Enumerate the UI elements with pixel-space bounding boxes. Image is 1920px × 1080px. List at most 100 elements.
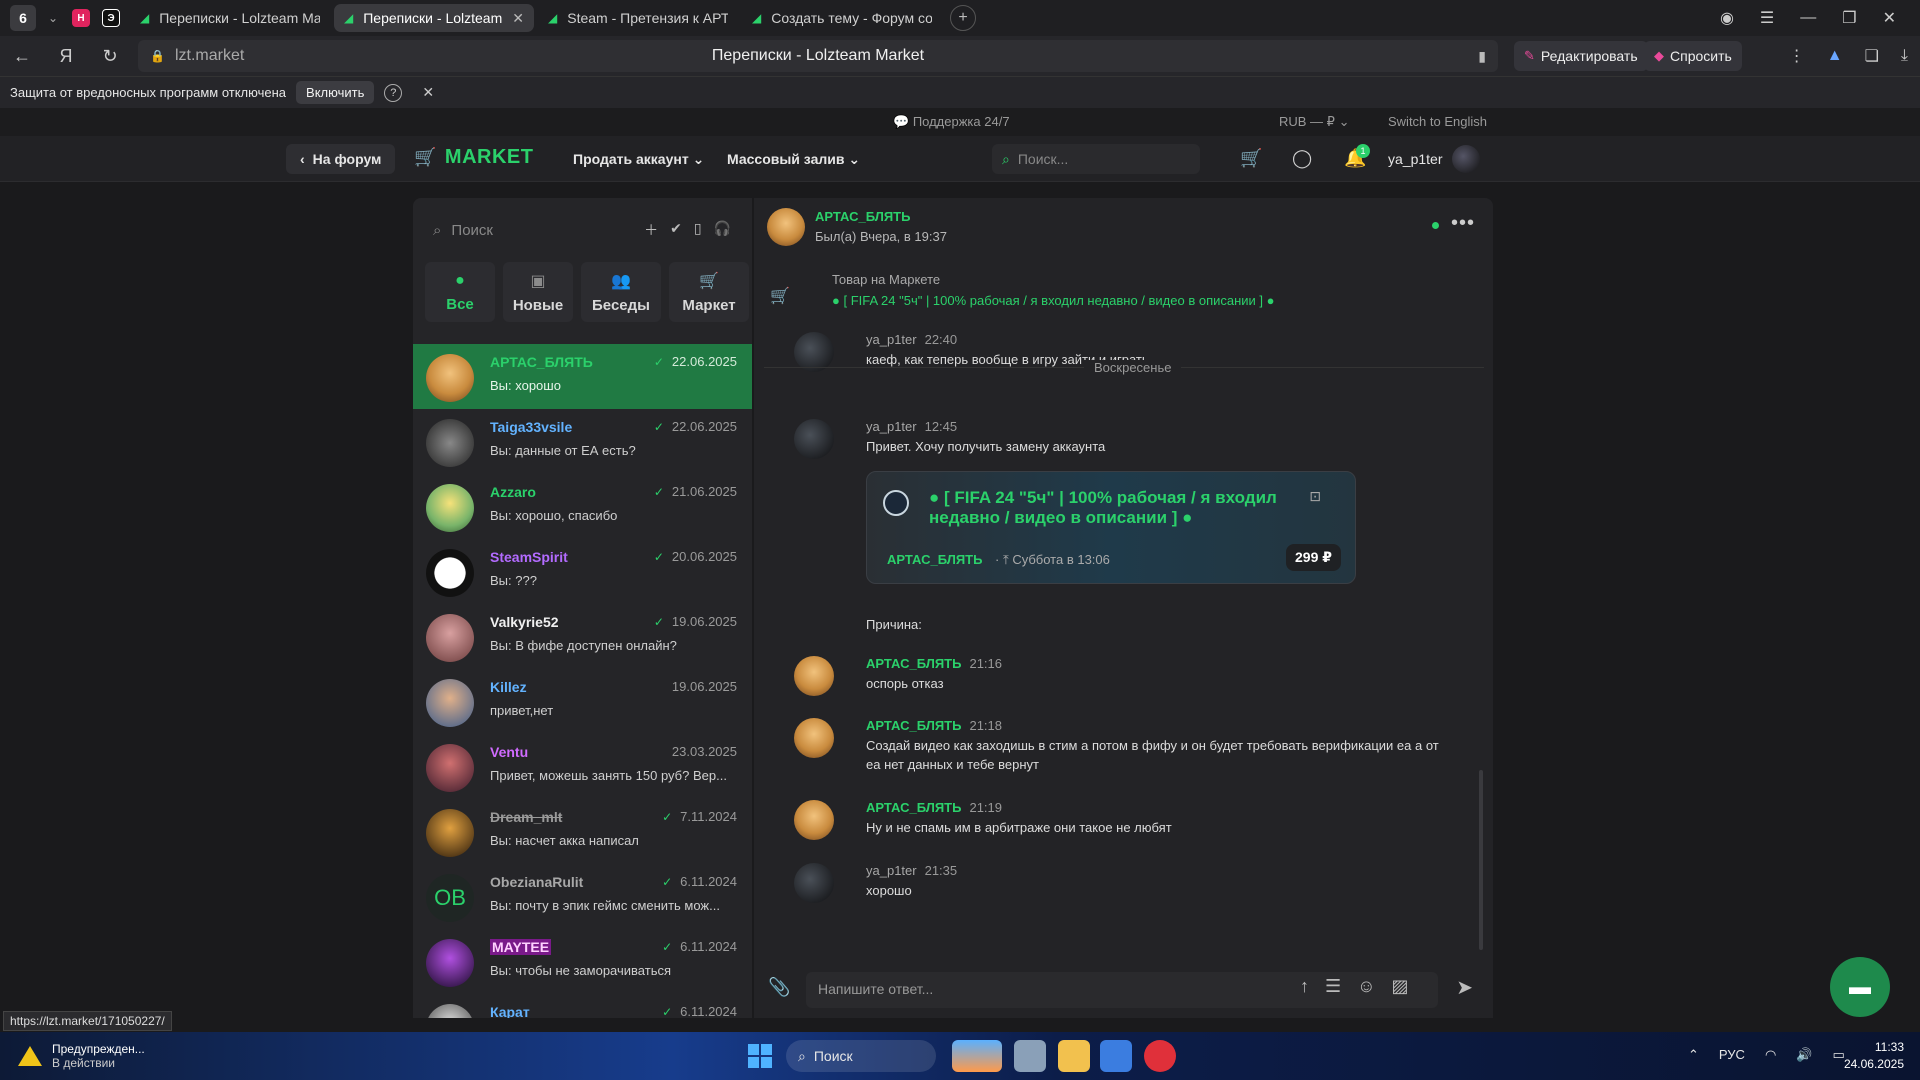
- edit-button[interactable]: ✎ Редактировать: [1514, 41, 1648, 71]
- conversation-item[interactable]: Valkyrie52 ✓ 19.06.2025 Вы: В фифе доступен…: [413, 604, 752, 669]
- browser-tab-2[interactable]: ◢ Переписки - Lolzteam M ✕: [334, 4, 534, 32]
- conversation-avatar[interactable]: [426, 419, 474, 467]
- image-icon[interactable]: ▨: [1392, 976, 1409, 997]
- conversation-item[interactable]: Ventu 23.03.2025 Привет, можешь занять 150…: [413, 734, 752, 799]
- help-icon[interactable]: ?: [384, 83, 403, 102]
- emoji-icon[interactable]: ☺: [1357, 976, 1375, 997]
- market-item-link[interactable]: ● [ FIFA 24 "5ч" | 100% рабочая / я вход…: [832, 293, 1275, 308]
- conversation-item[interactable]: Dream_mlt ✓ 7.11.2024 Вы: насчет акка напис…: [413, 799, 752, 864]
- url-field[interactable]: 🔒 lzt.market Переписки - Lolzteam Market…: [138, 40, 1498, 72]
- taskbar-clock[interactable]: 11:33 24.06.2025: [1840, 1039, 1904, 1073]
- message-avatar[interactable]: [794, 419, 834, 459]
- check-icon[interactable]: ✔: [670, 220, 682, 240]
- sell-account-menu[interactable]: Продать аккаунт ⌄: [573, 151, 704, 168]
- browser-tab-4[interactable]: ◢ Создать тему - Форум со: [742, 4, 942, 32]
- more-options-icon[interactable]: •••: [1451, 212, 1475, 235]
- bookmark-icon[interactable]: ▮: [1478, 48, 1486, 65]
- language-switch[interactable]: Switch to English: [1388, 114, 1487, 129]
- conversation-avatar[interactable]: [426, 354, 474, 402]
- message-avatar[interactable]: [794, 656, 834, 696]
- close-tab-icon[interactable]: ✕: [512, 10, 524, 27]
- chat-scrollbar[interactable]: [1479, 770, 1483, 950]
- file-explorer-icon[interactable]: [1058, 1040, 1090, 1072]
- message-author[interactable]: ya_p1ter 12:45: [866, 419, 957, 434]
- conversation-item[interactable]: Azzaro ✓ 21.06.2025 Вы: хорошо, спасибо: [413, 474, 752, 539]
- conversation-avatar[interactable]: [426, 939, 474, 987]
- filter-all[interactable]: ● Все: [425, 262, 495, 322]
- windows-start-icon[interactable]: [748, 1044, 772, 1068]
- reload-icon[interactable]: ↻: [88, 46, 132, 67]
- cart-icon[interactable]: 🛒: [1240, 148, 1262, 169]
- download-icon[interactable]: ⤓: [1901, 47, 1908, 65]
- warning-notification[interactable]: Предупрежден... В действии: [18, 1042, 145, 1070]
- task-view-icon[interactable]: [1014, 1040, 1046, 1072]
- card-seller[interactable]: АРТАС_БЛЯТЬ: [887, 552, 982, 567]
- message-avatar[interactable]: [794, 800, 834, 840]
- market-logo[interactable]: 🛒 MARKET: [414, 146, 533, 169]
- card-title[interactable]: ● [ FIFA 24 "5ч" | 100% рабочая / я вход…: [929, 488, 1299, 528]
- tab-list-chevron-icon[interactable]: ⌄: [40, 11, 66, 25]
- message-avatar[interactable]: [794, 718, 834, 758]
- send-icon[interactable]: ➤: [1456, 975, 1473, 1000]
- filter-group-chats[interactable]: 👥 Беседы: [581, 262, 661, 322]
- enable-protection-button[interactable]: Включить: [296, 81, 375, 104]
- conversation-avatar[interactable]: [426, 679, 474, 727]
- conversation-item[interactable]: MAYTEE ✓ 6.11.2024 Вы: чтобы не заморачиват…: [413, 929, 752, 994]
- message-author[interactable]: АРТАС_БЛЯТЬ 21:16: [866, 656, 1002, 671]
- partner-avatar[interactable]: [767, 208, 805, 246]
- conversation-avatar[interactable]: [426, 744, 474, 792]
- arrow-up-icon[interactable]: ↑: [1300, 976, 1309, 997]
- header-search-input[interactable]: ⌕ Поиск...: [992, 144, 1200, 174]
- taskbar-search[interactable]: ⌕ Поиск: [786, 1040, 936, 1072]
- conversation-item[interactable]: SteamSpirit ✓ 20.06.2025 Вы: ???: [413, 539, 752, 604]
- taskbar-widget-icon[interactable]: [952, 1040, 1002, 1072]
- yandex-browser-icon[interactable]: [1144, 1040, 1176, 1072]
- pinned-tab-2[interactable]: Э: [96, 4, 126, 32]
- conversation-item[interactable]: Taiga33vsile ✓ 22.06.2025 Вы: данные от ЕА …: [413, 409, 752, 474]
- partner-name[interactable]: АРТАС_БЛЯТЬ: [815, 209, 910, 224]
- kebab-menu-icon[interactable]: ⋮: [1789, 46, 1805, 66]
- back-arrow-icon[interactable]: ←: [0, 46, 44, 67]
- wifi-icon[interactable]: ◠: [1765, 1047, 1776, 1063]
- conversation-avatar[interactable]: [426, 549, 474, 597]
- support-link[interactable]: 💬 Поддержка 24/7: [893, 114, 1010, 130]
- bag-icon[interactable]: ⊡: [1309, 488, 1321, 505]
- chat-bubble-icon[interactable]: ◯: [1292, 148, 1312, 169]
- tray-chevron-icon[interactable]: ⌃: [1688, 1047, 1699, 1063]
- conversation-avatar[interactable]: [426, 614, 474, 662]
- conversation-avatar[interactable]: [426, 809, 474, 857]
- input-language[interactable]: РУС: [1719, 1047, 1745, 1063]
- yandex-icon[interactable]: Я: [44, 46, 88, 67]
- profile-icon[interactable]: ◉: [1720, 8, 1734, 28]
- support-chat-button[interactable]: ▬: [1830, 957, 1890, 1017]
- conversation-avatar[interactable]: [426, 1004, 474, 1018]
- bookmark-icon[interactable]: ▯: [694, 220, 702, 240]
- conversation-item[interactable]: Killez 19.06.2025 привет,нет: [413, 669, 752, 734]
- conversation-search[interactable]: ⌕ Поиск ＋ ✔ ▯ 🎧: [425, 210, 741, 250]
- message-author[interactable]: АРТАС_БЛЯТЬ 21:19: [866, 800, 1002, 815]
- close-icon[interactable]: ✕: [422, 84, 434, 101]
- pinned-tab-1[interactable]: Н: [66, 4, 96, 32]
- browser-tab-1[interactable]: ◢ Переписки - Lolzteam Ma: [130, 4, 330, 32]
- restore-icon[interactable]: ❐: [1842, 8, 1856, 28]
- new-tab-button[interactable]: +: [950, 5, 976, 31]
- ask-button[interactable]: ◆ Спросить: [1644, 41, 1742, 71]
- message-avatar[interactable]: [794, 863, 834, 903]
- header-username[interactable]: ya_p1ter: [1388, 151, 1442, 167]
- currency-select[interactable]: RUB — ₽ ⌄: [1279, 114, 1349, 130]
- market-item-card[interactable]: ● [ FIFA 24 "5ч" | 100% рабочая / я вход…: [866, 471, 1356, 584]
- to-forum-button[interactable]: ‹ На форум: [286, 144, 396, 174]
- message-author[interactable]: АРТАС_БЛЯТЬ 21:18: [866, 718, 1002, 733]
- tab-counter[interactable]: 6: [10, 5, 36, 31]
- bulk-upload-menu[interactable]: Массовый залив ⌄: [727, 151, 860, 168]
- filter-market[interactable]: 🛒 Маркет: [669, 262, 749, 322]
- headphones-icon[interactable]: 🎧: [714, 220, 731, 240]
- message-author[interactable]: ya_p1ter 22:40: [866, 332, 957, 347]
- close-window-icon[interactable]: ✕: [1883, 8, 1896, 28]
- plus-icon[interactable]: ＋: [644, 220, 658, 240]
- minimize-icon[interactable]: —: [1800, 9, 1816, 27]
- list-icon[interactable]: ☰: [1325, 976, 1341, 997]
- menu-icon[interactable]: ☰: [1760, 8, 1774, 28]
- store-icon[interactable]: [1100, 1040, 1132, 1072]
- conversation-avatar[interactable]: [426, 484, 474, 532]
